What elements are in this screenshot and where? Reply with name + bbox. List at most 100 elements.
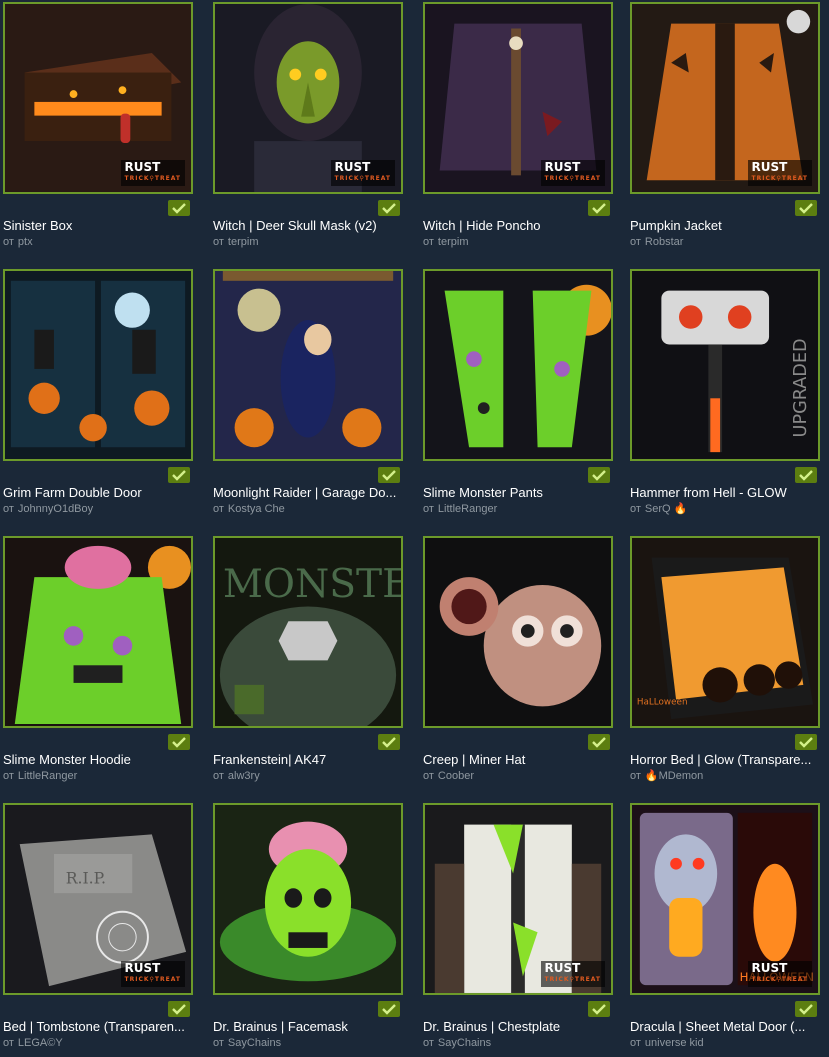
item-author: от terpim [423,235,468,249]
item-title[interactable]: Pumpkin Jacket [630,218,826,234]
author-prefix: от [630,770,641,782]
rust-logo-badge: RUST TRICK⚲TREAT [540,160,605,186]
workshop-item[interactable]: RUST TRICK⚲TREAT Pumpkin Jacket от Robstar [627,0,823,262]
checkmark-icon[interactable] [168,200,190,216]
rust-logo-badge: RUST TRICK⚲TREAT [540,961,605,987]
workshop-item[interactable]: RUST TRICK⚲TREAT Witch | Hide Poncho от terp… [420,0,616,262]
item-author: от LEGA©Y [3,1036,63,1050]
checkmark-icon[interactable] [168,734,190,750]
author-prefix: от [213,770,224,782]
author-prefix: от [3,1037,14,1049]
item-thumbnail[interactable]: RUST TRICK⚲TREAT [3,2,193,194]
rust-logo-badge: RUST TRICK⚲TREAT [747,160,812,186]
author-prefix: от [3,770,14,782]
workshop-item[interactable]: MONSTER Frankenstein| AK47 от alw3ry [210,534,406,796]
author-name[interactable]: LittleRanger [18,770,77,782]
item-thumbnail[interactable]: HaLLoween [630,536,820,728]
workshop-item[interactable]: UPGRADED Hammer from Hell - GLOW от SerQ 🔥 [627,267,823,529]
workshop-item[interactable]: Grim Farm Double Door от JohnnyO1dBoy [0,267,196,529]
author-name[interactable]: terpim [228,236,259,248]
item-thumbnail[interactable] [213,803,403,995]
author-name[interactable]: LEGA©Y [18,1037,63,1049]
item-title[interactable]: Sinister Box [3,218,199,234]
item-thumbnail[interactable]: RUST TRICK⚲TREAT [423,2,613,194]
author-name[interactable]: Coober [438,770,474,782]
author-name[interactable]: LittleRanger [438,503,497,515]
checkmark-icon[interactable] [168,1001,190,1017]
workshop-item[interactable]: RUST TRICK⚲TREAT Dr. Brainus | Chestplate о… [420,801,616,1057]
item-thumbnail[interactable] [3,269,193,461]
author-prefix: от [3,503,14,515]
item-title[interactable]: Witch | Hide Poncho [423,218,619,234]
author-name[interactable]: ptx [18,236,33,248]
author-name[interactable]: Kostya Che [228,503,285,515]
author-prefix: от [423,503,434,515]
workshop-item[interactable]: HaLLoween Horror Bed | Glow (Transpare...… [627,534,823,796]
author-name[interactable]: 🔥MDemon [645,770,703,782]
checkmark-icon[interactable] [378,734,400,750]
item-author: от universe kid [630,1036,704,1050]
item-thumbnail[interactable]: MONSTER [213,536,403,728]
workshop-item[interactable]: Dr. Brainus | Facemask от SayChains [210,801,406,1057]
checkmark-icon[interactable] [378,467,400,483]
item-author: от Robstar [630,235,683,249]
workshop-item[interactable]: R.I.P. RUST TRICK⚲TREAT Bed | Tombstone (Tr… [0,801,196,1057]
item-title[interactable]: Horror Bed | Glow (Transpare... [630,752,826,768]
checkmark-icon[interactable] [168,467,190,483]
checkmark-icon[interactable] [588,467,610,483]
author-name[interactable]: terpim [438,236,469,248]
item-thumbnail[interactable] [423,536,613,728]
item-title[interactable]: Slime Monster Hoodie [3,752,199,768]
item-title[interactable]: Dr. Brainus | Facemask [213,1019,409,1035]
checkmark-icon[interactable] [588,200,610,216]
author-name[interactable]: universe kid [645,1037,704,1049]
workshop-item[interactable]: Moonlight Raider | Garage Do... от Kostya … [210,267,406,529]
checkmark-icon[interactable] [588,734,610,750]
author-prefix: от [423,770,434,782]
workshop-item[interactable]: RUST TRICK⚲TREAT Sinister Box от ptx [0,0,196,262]
item-title[interactable]: Dr. Brainus | Chestplate [423,1019,619,1035]
svg-text:UPGRADED: UPGRADED [791,338,811,437]
item-thumbnail[interactable]: R.I.P. RUST TRICK⚲TREAT [3,803,193,995]
author-name[interactable]: SerQ [645,503,671,515]
workshop-item[interactable]: Creep | Miner Hat от Coober [420,534,616,796]
workshop-item[interactable]: HALLOWEENRUSTTRICK⚲TREAT Dracula | Sheet … [627,801,823,1057]
checkmark-icon[interactable] [795,1001,817,1017]
checkmark-icon[interactable] [795,734,817,750]
item-thumbnail[interactable] [3,536,193,728]
item-thumbnail[interactable]: HALLOWEENRUSTTRICK⚲TREAT [630,803,820,995]
item-author: от SerQ 🔥 [630,502,687,516]
author-prefix: от [213,1037,224,1049]
item-title[interactable]: Witch | Deer Skull Mask (v2) [213,218,409,234]
item-author: от 🔥MDemon [630,769,703,783]
workshop-item[interactable]: RUST TRICK⚲TREAT Witch | Deer Skull Mask (… [210,0,406,262]
svg-text:HaLLoween: HaLLoween [637,697,688,707]
author-name[interactable]: alw3ry [228,770,260,782]
checkmark-icon[interactable] [378,1001,400,1017]
workshop-item[interactable]: Slime Monster Hoodie от LittleRanger [0,534,196,796]
checkmark-icon[interactable] [795,200,817,216]
item-thumbnail[interactable]: RUST TRICK⚲TREAT [423,803,613,995]
author-name[interactable]: JohnnyO1dBoy [18,503,93,515]
item-title[interactable]: Slime Monster Pants [423,485,619,501]
item-thumbnail[interactable]: RUST TRICK⚲TREAT [213,2,403,194]
item-thumbnail[interactable] [423,269,613,461]
author-name[interactable]: SayChains [438,1037,491,1049]
item-title[interactable]: Moonlight Raider | Garage Do... [213,485,409,501]
checkmark-icon[interactable] [795,467,817,483]
checkmark-icon[interactable] [588,1001,610,1017]
author-name[interactable]: Robstar [645,236,684,248]
item-thumbnail[interactable]: RUST TRICK⚲TREAT [630,2,820,194]
item-thumbnail[interactable] [213,269,403,461]
workshop-item[interactable]: Slime Monster Pants от LittleRanger [420,267,616,529]
item-title[interactable]: Creep | Miner Hat [423,752,619,768]
item-title[interactable]: Bed | Tombstone (Transparen... [3,1019,199,1035]
checkmark-icon[interactable] [378,200,400,216]
item-title[interactable]: Frankenstein| AK47 [213,752,409,768]
author-name[interactable]: SayChains [228,1037,281,1049]
svg-text:R.I.P.: R.I.P. [66,868,106,887]
item-title[interactable]: Hammer from Hell - GLOW [630,485,826,501]
item-thumbnail[interactable]: UPGRADED [630,269,820,461]
item-title[interactable]: Dracula | Sheet Metal Door (... [630,1019,826,1035]
item-title[interactable]: Grim Farm Double Door [3,485,199,501]
